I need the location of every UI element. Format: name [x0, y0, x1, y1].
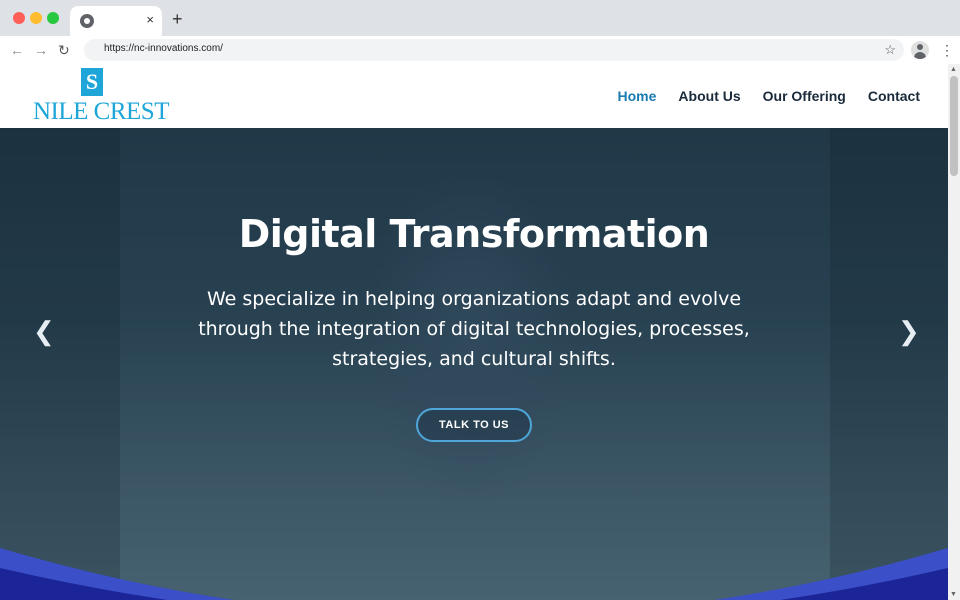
nav-our-offering[interactable]: Our Offering	[763, 88, 846, 104]
wave-light	[0, 548, 948, 600]
logo-mark-icon: S	[81, 68, 103, 96]
hero-subtitle: We specialize in helping organizations a…	[198, 288, 750, 370]
main-nav: Home About Us Our Offering Contact	[618, 88, 920, 104]
browser-tab[interactable]: ×	[70, 6, 162, 36]
chevron-left-icon[interactable]: ❮	[33, 316, 55, 346]
nile-crest-logo[interactable]: S NILE CREST	[33, 68, 169, 126]
new-tab-button[interactable]: +	[172, 10, 183, 28]
chrome-favicon-icon	[80, 14, 94, 28]
back-icon[interactable]: ←	[10, 41, 24, 59]
minimize-window-button[interactable]	[30, 12, 42, 24]
menu-icon[interactable]: ⋮	[940, 42, 954, 58]
hero-wave	[0, 548, 948, 600]
site-header: S NILE CREST Home About Us Our Offering …	[0, 64, 948, 128]
url-text[interactable]: https://nc-innovations.com/	[104, 43, 223, 54]
nav-home[interactable]: Home	[618, 88, 657, 104]
scroll-thumb[interactable]	[950, 76, 958, 176]
browser-chrome: × + ← → ↻ https://nc-innovations.com/ ☆ …	[0, 0, 960, 64]
nav-about-us[interactable]: About Us	[678, 88, 740, 104]
logo-text: NILE CREST	[33, 98, 169, 125]
reload-icon[interactable]: ↻	[58, 41, 70, 59]
nav-contact[interactable]: Contact	[868, 88, 920, 104]
forward-icon[interactable]: →	[34, 41, 48, 59]
browser-toolbar: ← → ↻ https://nc-innovations.com/ ☆ ⋮	[0, 36, 960, 64]
address-bar[interactable]: https://nc-innovations.com/ ☆	[84, 39, 904, 61]
talk-to-us-button[interactable]: TALK TO US	[416, 408, 532, 442]
maximize-window-button[interactable]	[47, 12, 59, 24]
star-icon[interactable]: ☆	[884, 42, 896, 58]
page-viewport: S NILE CREST Home About Us Our Offering …	[0, 64, 948, 600]
scroll-up-icon[interactable]: ▲	[950, 66, 957, 73]
profile-icon[interactable]	[911, 41, 929, 59]
close-window-button[interactable]	[13, 12, 25, 24]
chevron-right-icon[interactable]: ❯	[898, 316, 920, 346]
tab-close-icon[interactable]: ×	[146, 12, 154, 28]
scroll-down-icon[interactable]: ▼	[950, 591, 957, 598]
page-scrollbar[interactable]: ▲ ▼	[948, 64, 960, 600]
hero-title: Digital Transformation	[238, 212, 710, 256]
hero-slider: Digital Transformation We specialize in …	[0, 128, 948, 600]
